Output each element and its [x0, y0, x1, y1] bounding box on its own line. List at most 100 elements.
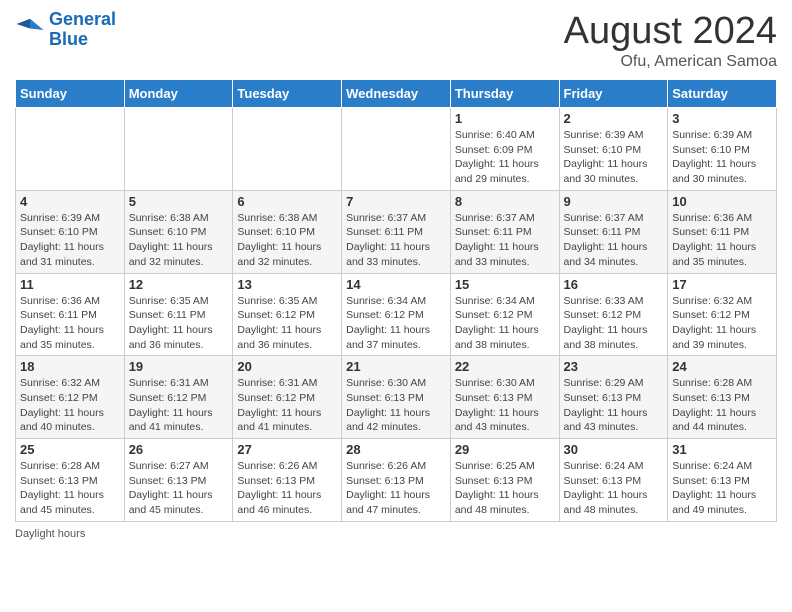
calendar-cell: 8Sunrise: 6:37 AM Sunset: 6:11 PM Daylig…	[450, 190, 559, 273]
calendar-cell: 6 Sunrise: 6:38 AM Sunset: 6:10 PM Daylig…	[233, 190, 342, 273]
logo-icon	[15, 15, 45, 45]
day-info: Sunrise: 6:26 AM Sunset: 6:13 PM Dayligh…	[346, 459, 446, 518]
day-number: 27	[237, 442, 337, 457]
calendar-cell: 3Sunrise: 6:39 AM Sunset: 6:10 PM Daylig…	[668, 108, 777, 191]
calendar-week-row: 25Sunrise: 6:28 AM Sunset: 6:13 PM Dayli…	[16, 439, 777, 522]
day-info: Sunrise: 6:29 AM Sunset: 6:13 PM Dayligh…	[564, 376, 664, 435]
calendar-cell	[233, 108, 342, 191]
calendar-week-row: 11 Sunrise: 6:36 AM Sunset: 6:11 PM Dayli…	[16, 273, 777, 356]
calendar-cell: 24 Sunrise: 6:28 AM Sunset: 6:13 PM Dayli…	[668, 356, 777, 439]
day-number: 18	[20, 359, 120, 374]
calendar-cell: 10 Sunrise: 6:36 AM Sunset: 6:11 PM Dayli…	[668, 190, 777, 273]
calendar-week-row: 1 Sunrise: 6:40 AM Sunset: 6:09 PM Daylig…	[16, 108, 777, 191]
day-info: Sunrise: 6:35 AM Sunset: 6:12 PM Dayligh…	[237, 294, 337, 353]
calendar-cell: 21Sunrise: 6:30 AM Sunset: 6:13 PM Dayli…	[342, 356, 451, 439]
calendar-cell: 27 Sunrise: 6:26 AM Sunset: 6:13 PM Dayli…	[233, 439, 342, 522]
calendar-cell: 9 Sunrise: 6:37 AM Sunset: 6:11 PM Daylig…	[559, 190, 668, 273]
day-number: 23	[564, 359, 664, 374]
day-number: 16	[564, 277, 664, 292]
logo-line1: General	[49, 9, 116, 29]
day-info: Sunrise: 6:39 AM Sunset: 6:10 PM Dayligh…	[20, 211, 120, 270]
day-number: 4	[20, 194, 120, 209]
calendar-cell: 4 Sunrise: 6:39 AM Sunset: 6:10 PM Daylig…	[16, 190, 125, 273]
logo-line2: Blue	[49, 29, 88, 49]
day-number: 29	[455, 442, 555, 457]
calendar-cell: 16 Sunrise: 6:33 AM Sunset: 6:12 PM Dayli…	[559, 273, 668, 356]
day-info: Sunrise: 6:34 AM Sunset: 6:12 PM Dayligh…	[455, 294, 555, 353]
footer-note: Daylight hours	[15, 528, 777, 540]
daylight-label: Daylight hours	[15, 528, 85, 540]
page-header: General Blue August 2024 Ofu, American S…	[15, 10, 777, 71]
day-info: Sunrise: 6:26 AM Sunset: 6:13 PM Dayligh…	[237, 459, 337, 518]
calendar-header-row: SundayMondayTuesdayWednesdayThursdayFrid…	[16, 80, 777, 108]
day-info: Sunrise: 6:36 AM Sunset: 6:11 PM Dayligh…	[20, 294, 120, 353]
calendar-cell: 14Sunrise: 6:34 AM Sunset: 6:12 PM Dayli…	[342, 273, 451, 356]
day-info: Sunrise: 6:40 AM Sunset: 6:09 PM Dayligh…	[455, 128, 555, 187]
day-info: Sunrise: 6:32 AM Sunset: 6:12 PM Dayligh…	[672, 294, 772, 353]
calendar-day-header: Saturday	[668, 80, 777, 108]
sub-title: Ofu, American Samoa	[564, 53, 777, 71]
calendar-cell: 1 Sunrise: 6:40 AM Sunset: 6:09 PM Daylig…	[450, 108, 559, 191]
calendar-cell: 30 Sunrise: 6:24 AM Sunset: 6:13 PM Dayli…	[559, 439, 668, 522]
day-number: 5	[129, 194, 229, 209]
day-number: 26	[129, 442, 229, 457]
day-number: 24	[672, 359, 772, 374]
calendar-cell: 29 Sunrise: 6:25 AM Sunset: 6:13 PM Dayli…	[450, 439, 559, 522]
calendar-cell: 13 Sunrise: 6:35 AM Sunset: 6:12 PM Dayli…	[233, 273, 342, 356]
main-title: August 2024	[564, 10, 777, 53]
day-info: Sunrise: 6:37 AM Sunset: 6:11 PM Dayligh…	[564, 211, 664, 270]
calendar-cell: 15 Sunrise: 6:34 AM Sunset: 6:12 PM Dayli…	[450, 273, 559, 356]
day-info: Sunrise: 6:28 AM Sunset: 6:13 PM Dayligh…	[672, 376, 772, 435]
day-info: Sunrise: 6:38 AM Sunset: 6:10 PM Dayligh…	[129, 211, 229, 270]
day-number: 17	[672, 277, 772, 292]
day-info: Sunrise: 6:31 AM Sunset: 6:12 PM Dayligh…	[237, 376, 337, 435]
day-number: 31	[672, 442, 772, 457]
day-info: Sunrise: 6:39 AM Sunset: 6:10 PM Dayligh…	[564, 128, 664, 187]
calendar-cell: 19 Sunrise: 6:31 AM Sunset: 6:12 PM Dayli…	[124, 356, 233, 439]
day-number: 10	[672, 194, 772, 209]
calendar-cell	[124, 108, 233, 191]
calendar-cell: 5 Sunrise: 6:38 AM Sunset: 6:10 PM Daylig…	[124, 190, 233, 273]
day-info: Sunrise: 6:31 AM Sunset: 6:12 PM Dayligh…	[129, 376, 229, 435]
day-info: Sunrise: 6:27 AM Sunset: 6:13 PM Dayligh…	[129, 459, 229, 518]
calendar-table: SundayMondayTuesdayWednesdayThursdayFrid…	[15, 79, 777, 522]
calendar-week-row: 18Sunrise: 6:32 AM Sunset: 6:12 PM Dayli…	[16, 356, 777, 439]
day-number: 14	[346, 277, 446, 292]
day-number: 2	[564, 111, 664, 126]
calendar-day-header: Tuesday	[233, 80, 342, 108]
day-number: 7	[346, 194, 446, 209]
day-info: Sunrise: 6:37 AM Sunset: 6:11 PM Dayligh…	[346, 211, 446, 270]
day-info: Sunrise: 6:24 AM Sunset: 6:13 PM Dayligh…	[672, 459, 772, 518]
calendar-day-header: Wednesday	[342, 80, 451, 108]
day-number: 9	[564, 194, 664, 209]
calendar-day-header: Friday	[559, 80, 668, 108]
day-number: 6	[237, 194, 337, 209]
calendar-cell: 31 Sunrise: 6:24 AM Sunset: 6:13 PM Dayli…	[668, 439, 777, 522]
calendar-cell: 17 Sunrise: 6:32 AM Sunset: 6:12 PM Dayli…	[668, 273, 777, 356]
calendar-cell: 18Sunrise: 6:32 AM Sunset: 6:12 PM Dayli…	[16, 356, 125, 439]
title-area: August 2024 Ofu, American Samoa	[564, 10, 777, 71]
calendar-cell: 7 Sunrise: 6:37 AM Sunset: 6:11 PM Daylig…	[342, 190, 451, 273]
day-number: 1	[455, 111, 555, 126]
day-number: 3	[672, 111, 772, 126]
logo-text: General Blue	[49, 10, 116, 50]
day-info: Sunrise: 6:36 AM Sunset: 6:11 PM Dayligh…	[672, 211, 772, 270]
day-number: 11	[20, 277, 120, 292]
calendar-cell: 25Sunrise: 6:28 AM Sunset: 6:13 PM Dayli…	[16, 439, 125, 522]
calendar-cell: 2 Sunrise: 6:39 AM Sunset: 6:10 PM Daylig…	[559, 108, 668, 191]
day-info: Sunrise: 6:24 AM Sunset: 6:13 PM Dayligh…	[564, 459, 664, 518]
day-number: 12	[129, 277, 229, 292]
day-number: 15	[455, 277, 555, 292]
day-info: Sunrise: 6:30 AM Sunset: 6:13 PM Dayligh…	[346, 376, 446, 435]
day-number: 13	[237, 277, 337, 292]
logo: General Blue	[15, 10, 116, 50]
day-number: 19	[129, 359, 229, 374]
day-info: Sunrise: 6:30 AM Sunset: 6:13 PM Dayligh…	[455, 376, 555, 435]
day-number: 30	[564, 442, 664, 457]
day-number: 20	[237, 359, 337, 374]
calendar-day-header: Thursday	[450, 80, 559, 108]
day-info: Sunrise: 6:38 AM Sunset: 6:10 PM Dayligh…	[237, 211, 337, 270]
day-info: Sunrise: 6:25 AM Sunset: 6:13 PM Dayligh…	[455, 459, 555, 518]
day-info: Sunrise: 6:37 AM Sunset: 6:11 PM Dayligh…	[455, 211, 555, 270]
day-info: Sunrise: 6:33 AM Sunset: 6:12 PM Dayligh…	[564, 294, 664, 353]
